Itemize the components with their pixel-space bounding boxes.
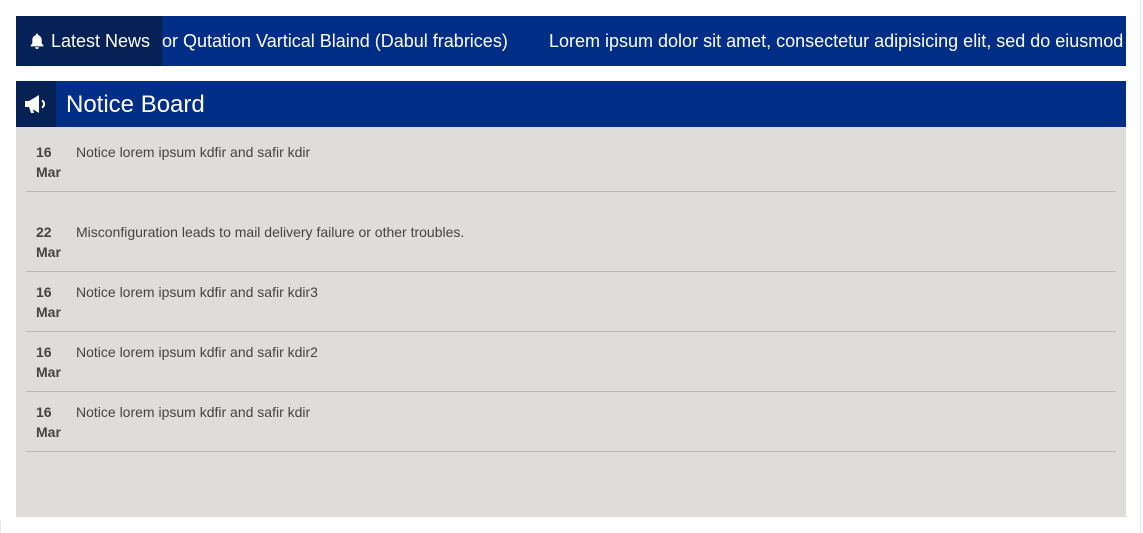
notice-month: Mar bbox=[36, 244, 61, 260]
ticker-item[interactable]: or Qutation Vartical Blaind (Dabul frabr… bbox=[162, 31, 508, 52]
page-edge bbox=[1140, 0, 1141, 533]
notice-month: Mar bbox=[36, 164, 61, 180]
notice-date: 16 Mar bbox=[36, 342, 76, 382]
latest-news-ticker: Latest News or Qutation Vartical Blaind … bbox=[16, 16, 1126, 66]
page-edge-left bbox=[0, 520, 1, 533]
notice-board-title: Notice Board bbox=[66, 91, 205, 118]
notice-item[interactable]: 16 Mar Notice lorem ipsum kdfir and safi… bbox=[26, 127, 1116, 192]
megaphone-icon bbox=[25, 95, 46, 113]
notice-month: Mar bbox=[36, 364, 61, 380]
notice-item[interactable]: 22 Mar Misconfiguration leads to mail de… bbox=[26, 192, 1116, 272]
notice-day: 16 bbox=[36, 344, 52, 360]
notice-date: 22 Mar bbox=[36, 222, 76, 262]
ticker-item[interactable]: Lorem ipsum dolor sit amet, consectetur … bbox=[549, 31, 1123, 52]
latest-news-label-box: Latest News bbox=[16, 16, 162, 66]
notice-text[interactable]: Notice lorem ipsum kdfir and safir kdir2 bbox=[76, 342, 318, 362]
notice-text[interactable]: Notice lorem ipsum kdfir and safir kdir bbox=[76, 142, 310, 162]
notice-date: 16 Mar bbox=[36, 282, 76, 322]
notice-day: 16 bbox=[36, 144, 52, 160]
notice-month: Mar bbox=[36, 304, 61, 320]
notice-board-icon-box bbox=[16, 81, 56, 127]
notice-item[interactable]: 16 Mar Notice lorem ipsum kdfir and safi… bbox=[26, 392, 1116, 452]
notice-board: Notice Board 16 Mar Notice lorem ipsum k… bbox=[16, 81, 1126, 517]
notice-item[interactable]: 16 Mar Notice lorem ipsum kdfir and safi… bbox=[26, 272, 1116, 332]
ticker-track: or Qutation Vartical Blaind (Dabul frabr… bbox=[162, 16, 1126, 66]
notice-text[interactable]: Misconfiguration leads to mail delivery … bbox=[76, 222, 464, 242]
notice-list: 16 Mar Notice lorem ipsum kdfir and safi… bbox=[16, 127, 1126, 452]
notice-date: 16 Mar bbox=[36, 142, 76, 182]
notice-date: 16 Mar bbox=[36, 402, 76, 442]
notice-text[interactable]: Notice lorem ipsum kdfir and safir kdir bbox=[76, 402, 310, 422]
latest-news-label: Latest News bbox=[51, 30, 151, 51]
bell-icon bbox=[30, 33, 44, 49]
notice-day: 16 bbox=[36, 284, 52, 300]
notice-day: 16 bbox=[36, 404, 52, 420]
notice-item[interactable]: 16 Mar Notice lorem ipsum kdfir and safi… bbox=[26, 332, 1116, 392]
notice-month: Mar bbox=[36, 424, 61, 440]
notice-board-header: Notice Board bbox=[16, 81, 1126, 127]
notice-text[interactable]: Notice lorem ipsum kdfir and safir kdir3 bbox=[76, 282, 318, 302]
notice-day: 22 bbox=[36, 224, 52, 240]
